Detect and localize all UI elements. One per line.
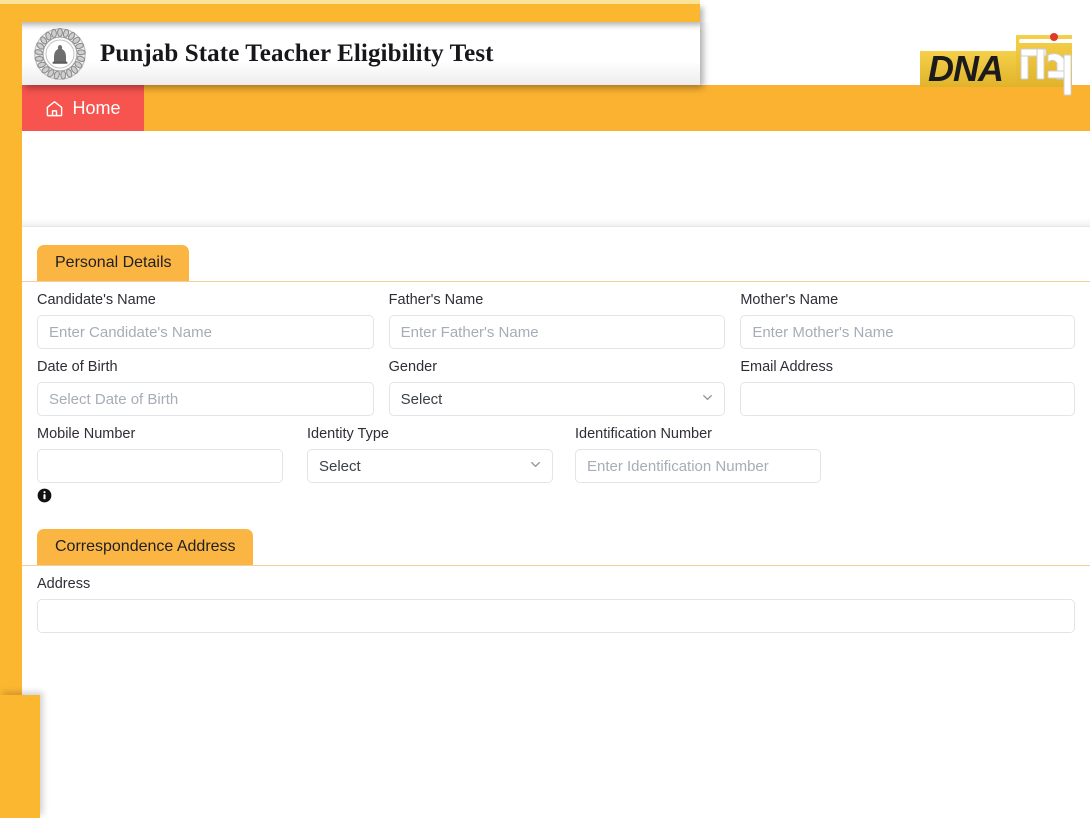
home-icon: [45, 99, 64, 118]
field-identity-type: Identity Type Select: [307, 425, 553, 503]
government-emblem-icon: [34, 27, 86, 80]
candidate-name-input[interactable]: Enter Candidate's Name: [37, 315, 374, 349]
personal-details-fields: Candidate's Name Enter Candidate's Name …: [22, 282, 1090, 503]
field-label-identification-number: Identification Number: [575, 426, 713, 442]
frame-left-gold-bar: [0, 4, 22, 695]
section-rule-correspondence: [22, 565, 1090, 566]
field-label-date-of-birth: Date of Birth: [37, 359, 118, 375]
gender-select[interactable]: Select: [388, 382, 726, 416]
date-of-birth-input[interactable]: Select Date of Birth: [37, 382, 374, 416]
header-spacer: [22, 131, 1090, 226]
address-input[interactable]: [37, 599, 1075, 633]
field-gender: Gender Select: [388, 358, 726, 416]
form-row: Candidate's Name Enter Candidate's Name …: [37, 282, 1075, 349]
field-label-address: Address: [37, 576, 91, 592]
mother-name-input[interactable]: Enter Mother's Name: [740, 315, 1075, 349]
field-label-identity-type: Identity Type: [307, 426, 389, 442]
field-label-email-address: Email Address: [740, 359, 833, 375]
dna-hindi-watermark-logo: DNA: [920, 25, 1090, 103]
field-label-mobile-number: Mobile Number: [37, 426, 136, 442]
frame-top-highlight: [0, 0, 700, 4]
field-candidate-name: Candidate's Name Enter Candidate's Name: [37, 291, 374, 349]
field-label-candidate-name: Candidate's Name: [37, 292, 156, 308]
chevron-down-icon: [528, 457, 543, 476]
content-shadow: [22, 218, 1090, 226]
field-identification-number: Identification Number Enter Identificati…: [575, 425, 821, 503]
father-name-input[interactable]: Enter Father's Name: [388, 315, 726, 349]
frame-top-gold-bar: [0, 4, 700, 22]
form-row: Mobile Number Identity Type Select Ident…: [37, 416, 1075, 503]
chevron-down-icon: [700, 390, 715, 409]
page-title: Punjab State Teacher Eligibility Test: [100, 39, 494, 67]
site-header: Punjab State Teacher Eligibility Test: [22, 22, 700, 85]
registration-form: Personal Details Candidate's Name Enter …: [22, 227, 1090, 818]
email-address-input[interactable]: [740, 382, 1075, 416]
gender-select-value: Select: [400, 390, 443, 408]
field-label-father-name: Father's Name: [388, 292, 484, 308]
field-email-address: Email Address: [740, 358, 1075, 416]
field-mother-name: Mother's Name Enter Mother's Name: [740, 291, 1075, 349]
svg-text:DNA: DNA: [928, 48, 1003, 89]
info-circle-icon[interactable]: [37, 488, 283, 503]
correspondence-address-fields: Address: [22, 575, 1090, 633]
form-row: Date of Birth Select Date of Birth Gende…: [37, 349, 1075, 416]
identification-number-input[interactable]: Enter Identification Number: [575, 449, 821, 483]
identity-type-select-value: Select: [319, 457, 361, 475]
nav-item-home[interactable]: Home: [22, 85, 144, 131]
field-address: Address: [37, 575, 1075, 633]
section-tab-correspondence-address[interactable]: Correspondence Address: [37, 529, 253, 565]
mobile-number-input[interactable]: [37, 449, 283, 483]
page-viewport: Punjab State Teacher Eligibility Test DN…: [22, 22, 1090, 818]
field-label-gender: Gender: [388, 359, 438, 375]
section-tab-personal-details[interactable]: Personal Details: [37, 245, 189, 281]
field-date-of-birth: Date of Birth Select Date of Birth: [37, 358, 374, 416]
identity-type-select[interactable]: Select: [307, 449, 553, 483]
nav-item-home-label: Home: [72, 97, 121, 118]
field-label-mother-name: Mother's Name: [740, 292, 839, 308]
field-mobile-number: Mobile Number: [37, 425, 283, 503]
frame-left-gold-bar-lower: [0, 695, 40, 818]
field-father-name: Father's Name Enter Father's Name: [388, 291, 726, 349]
